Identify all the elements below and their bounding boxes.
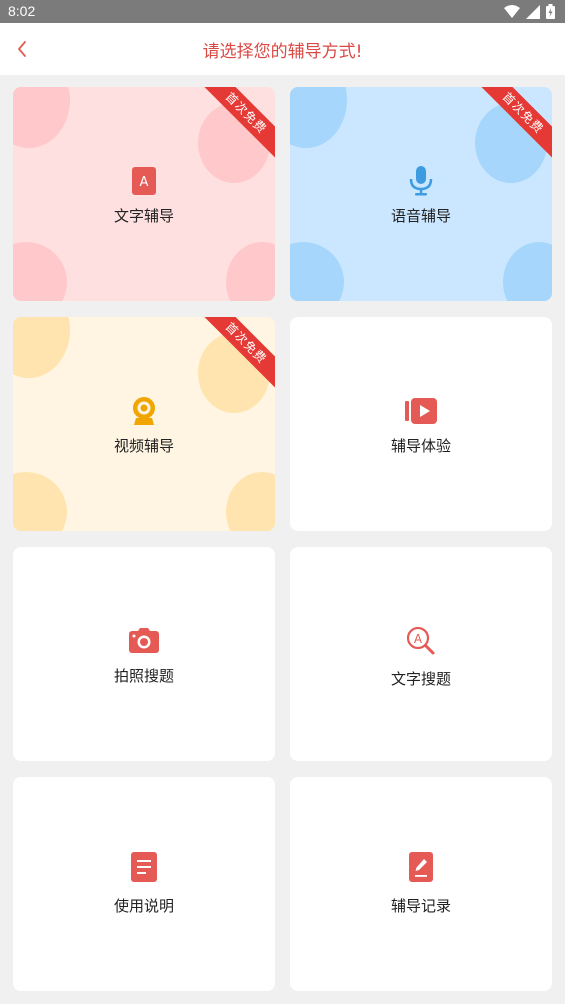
card-label: 辅导记录 (390, 897, 451, 915)
wifi-icon (504, 4, 520, 18)
card-text-tutoring[interactable]: 首次免费 A 文字辅导 (13, 87, 275, 301)
status-time: 8:02 (8, 3, 36, 19)
system-icons (504, 4, 555, 19)
microphone-icon (405, 165, 437, 197)
camera-icon (128, 625, 160, 657)
svg-text:A: A (414, 632, 423, 646)
card-tutoring-records[interactable]: 辅导记录 (290, 777, 552, 991)
page-title: 请选择您的辅导方式! (202, 42, 363, 62)
card-text-search[interactable]: A 文字搜题 (290, 547, 552, 761)
card-instructions[interactable]: 使用说明 (13, 777, 275, 991)
card-tutoring-experience[interactable]: 辅导体验 (290, 317, 552, 531)
card-video-tutoring[interactable]: 首次免费 视频辅导 (13, 317, 275, 531)
card-label: 使用说明 (113, 897, 174, 915)
card-voice-tutoring[interactable]: 首次免费 语音辅导 (290, 87, 552, 301)
app-bar: 请选择您的辅导方式! (0, 23, 565, 75)
cell-signal-icon (526, 4, 540, 19)
webcam-icon (128, 395, 160, 427)
card-label: 辅导体验 (390, 437, 451, 455)
text-search-icon: A (405, 625, 437, 657)
status-bar: 8:02 (0, 0, 565, 23)
card-label: 视频辅导 (113, 437, 174, 455)
card-label: 文字辅导 (113, 207, 174, 225)
card-label: 拍照搜题 (113, 667, 174, 685)
svg-text:A: A (140, 175, 149, 190)
battery-icon (546, 4, 555, 19)
video-play-icon (405, 395, 437, 427)
text-a-icon: A (128, 165, 160, 197)
card-label: 文字搜题 (390, 670, 451, 688)
card-label: 语音辅导 (390, 207, 451, 225)
document-icon (128, 851, 160, 883)
edit-record-icon (405, 851, 437, 883)
card-photo-search[interactable]: 拍照搜题 (13, 547, 275, 761)
